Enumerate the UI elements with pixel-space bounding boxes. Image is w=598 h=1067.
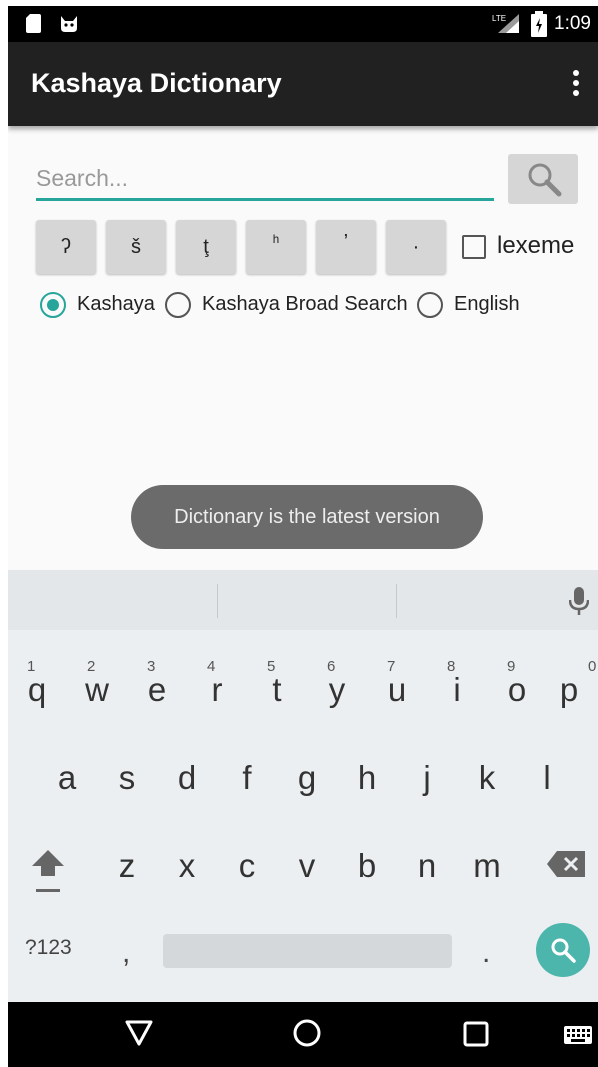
char-button-middle-dot[interactable]: · <box>386 220 446 274</box>
key-k[interactable]: k <box>458 736 516 806</box>
radio-english[interactable] <box>417 292 443 318</box>
space-bar[interactable] <box>163 934 452 968</box>
home-icon[interactable] <box>292 1018 322 1048</box>
radio-kashaya-broad-search[interactable] <box>165 292 191 318</box>
char-button-t-cedilla[interactable]: ţ <box>176 220 236 274</box>
key-y[interactable]: 6y <box>308 648 366 718</box>
radio-kashaya-label[interactable]: Kashaya <box>77 293 155 316</box>
key-h[interactable]: h <box>338 736 396 806</box>
key-a[interactable]: a <box>38 736 96 806</box>
key-s[interactable]: s <box>98 736 156 806</box>
period-key[interactable]: . <box>482 936 490 970</box>
status-bar: LTE 1:09 <box>8 6 598 42</box>
key-t[interactable]: 5t <box>248 648 306 718</box>
lexeme-checkbox[interactable] <box>462 235 486 259</box>
suggestion-divider <box>396 584 397 618</box>
magnifier-icon <box>528 163 562 197</box>
key-i[interactable]: 8i <box>428 648 486 718</box>
key-c[interactable]: c <box>218 824 276 894</box>
key-u[interactable]: 7u <box>368 648 426 718</box>
key-n[interactable]: n <box>398 824 456 894</box>
lte-signal-icon: LTE <box>492 14 519 33</box>
back-icon[interactable] <box>124 1019 154 1047</box>
key-x[interactable]: x <box>158 824 216 894</box>
microphone-icon[interactable] <box>569 587 589 615</box>
key-f[interactable]: f <box>218 736 276 806</box>
key-p[interactable]: 0p <box>540 648 598 718</box>
soft-keyboard: 1q 2w 3e 4r 5t 6y 7u 8i 9o 0p a s d f g … <box>8 570 598 1002</box>
comma-key[interactable]: , <box>122 936 130 970</box>
overflow-menu-icon[interactable] <box>564 70 588 98</box>
search-input[interactable] <box>36 158 494 201</box>
key-e[interactable]: 3e <box>128 648 186 718</box>
radio-english-label[interactable]: English <box>454 293 520 316</box>
search-icon <box>551 938 576 963</box>
key-m[interactable]: m <box>458 824 516 894</box>
key-v[interactable]: v <box>278 824 336 894</box>
app-title: Kashaya Dictionary <box>31 68 282 98</box>
symbols-key[interactable]: ?123 <box>25 936 72 960</box>
shift-indicator <box>36 889 60 892</box>
char-button-s-caron[interactable]: š <box>106 220 166 274</box>
keyboard-search-key[interactable] <box>536 923 590 977</box>
suggestion-divider <box>217 584 218 618</box>
char-button-glottal-stop[interactable]: ʔ <box>36 220 96 274</box>
radio-kashaya-broad-search-label[interactable]: Kashaya Broad Search <box>202 293 408 316</box>
radio-kashaya[interactable] <box>40 292 66 318</box>
key-r[interactable]: 4r <box>188 648 246 718</box>
navigation-bar <box>8 1002 598 1067</box>
keyboard-switch-icon[interactable] <box>564 1026 592 1044</box>
status-time: 1:09 <box>554 13 591 34</box>
key-d[interactable]: d <box>158 736 216 806</box>
key-g[interactable]: g <box>278 736 336 806</box>
backspace-icon[interactable] <box>547 851 585 877</box>
lexeme-label: lexeme <box>497 232 575 259</box>
char-button-aspiration[interactable]: ʰ <box>246 220 306 274</box>
suggestion-bar <box>8 570 598 630</box>
shift-icon[interactable] <box>30 848 66 878</box>
key-b[interactable]: b <box>338 824 396 894</box>
sd-card-icon <box>26 14 41 33</box>
toast-message: Dictionary is the latest version <box>131 485 483 549</box>
app-bar: Kashaya Dictionary <box>8 42 598 126</box>
android-icon <box>61 16 77 32</box>
key-l[interactable]: l <box>518 736 576 806</box>
battery-icon <box>531 11 547 37</box>
key-o[interactable]: 9o <box>488 648 546 718</box>
search-button[interactable] <box>508 154 578 204</box>
key-z[interactable]: z <box>98 824 156 894</box>
recent-apps-icon[interactable] <box>463 1021 489 1047</box>
key-q[interactable]: 1q <box>8 648 66 718</box>
key-j[interactable]: j <box>398 736 456 806</box>
phone-screen: LTE 1:09 Kashaya Dictionary ʔ š ţ ʰ ʼ · … <box>8 6 598 1067</box>
svg-text:LTE: LTE <box>492 14 506 23</box>
char-button-ejective[interactable]: ʼ <box>316 220 376 274</box>
key-w[interactable]: 2w <box>68 648 126 718</box>
